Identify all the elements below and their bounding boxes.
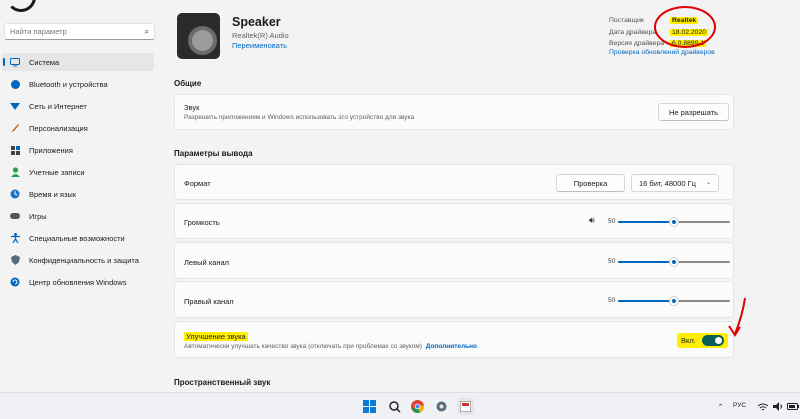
sidebar-item-time-language[interactable]: Время и язык [2, 185, 154, 203]
sidebar-item-label: Персонализация [29, 123, 88, 133]
person-icon [10, 167, 20, 177]
audio-enhancement-label: Улучшение звука [184, 332, 248, 341]
avatar[interactable] [6, 0, 36, 12]
provider-label: Поставщик [609, 17, 644, 24]
sidebar-item-accessibility[interactable]: Специальные возможности [2, 229, 154, 247]
apps-icon [10, 145, 20, 155]
sidebar-item-label: Bluetooth и устройства [29, 79, 108, 89]
slider-thumb[interactable] [669, 217, 679, 227]
left-channel-value: 50 [608, 258, 616, 265]
driver-info-labels: Поставщик Дата драйвера Версия драйвера [609, 15, 664, 50]
search-box[interactable]: ⌕ [4, 23, 155, 40]
speaker-volume-icon[interactable]: 🔊︎ [589, 215, 595, 226]
provider-value: Realtek [670, 17, 699, 24]
language-indicator[interactable]: РУС [733, 402, 746, 409]
test-button[interactable]: Проверка [556, 174, 625, 192]
driver-version-label: Версия драйвера [609, 40, 665, 47]
section-title-spatial: Пространственный звук [174, 378, 271, 387]
speaker-icon [177, 13, 220, 59]
sidebar-item-personalization[interactable]: Персонализация [2, 119, 154, 137]
sidebar-item-label: Сеть и Интернет [29, 101, 87, 111]
audio-enhancement-description: Автоматически улучшать качество звука (о… [184, 343, 422, 350]
sound-card: Звук Разрешить приложениям и Windows исп… [174, 94, 734, 130]
sidebar-item-network[interactable]: Сеть и Интернет [2, 97, 154, 115]
audio-enhancement-card: Улучшение звука Автоматически улучшать к… [174, 321, 734, 358]
chevron-up-icon[interactable]: ⌃ [712, 398, 729, 415]
left-channel-slider[interactable] [618, 257, 730, 267]
enhance-label-wrap: Улучшение звука [184, 332, 248, 341]
sidebar-item-label: Система [29, 57, 60, 67]
more-options-link[interactable]: Дополнительно [426, 343, 477, 350]
shield-icon [10, 255, 20, 265]
driver-info-values: Realtek 18.02.2020 6.0.8899.1 [670, 15, 709, 50]
slider-thumb[interactable] [669, 296, 679, 306]
sidebar-item-label: Приложения [29, 145, 73, 155]
main-content: Speaker Realtek(R) Audio Переименовать П… [160, 0, 800, 392]
network-icon [10, 101, 20, 111]
search-icon[interactable] [386, 398, 403, 415]
sidebar-item-label: Учетные записи [29, 167, 85, 177]
section-title-general: Общие [174, 79, 202, 88]
left-channel-card: Левый канал 50 [174, 242, 734, 279]
sidebar-item-label: Специальные возможности [29, 233, 125, 243]
app-icon[interactable] [457, 398, 474, 415]
slider-thumb[interactable] [669, 257, 679, 267]
format-label: Формат [184, 179, 211, 188]
sound-description: Разрешить приложениям и Windows использо… [184, 114, 415, 121]
volume-value: 50 [608, 218, 616, 225]
start-icon[interactable] [361, 398, 378, 415]
sidebar-item-bluetooth[interactable]: Bluetooth и устройства [2, 75, 154, 93]
right-channel-card: Правый канал 50 [174, 281, 734, 318]
driver-version-value: 6.0.8899.1 [670, 40, 707, 47]
volume-slider[interactable] [618, 217, 730, 227]
taskbar: ⌃ РУС [0, 392, 800, 419]
sidebar-item-apps[interactable]: Приложения [2, 141, 154, 159]
toggle-state-label: Вкл. [681, 336, 696, 345]
globe-clock-icon [10, 189, 20, 199]
sidebar-item-label: Конфиденциальность и защита [29, 255, 139, 265]
format-value: 16 бит, 48000 Гц [639, 178, 696, 188]
sound-label: Звук [184, 103, 200, 112]
volume-label: Громкость [184, 218, 220, 227]
system-icon [10, 57, 20, 67]
device-name: Speaker [232, 15, 281, 29]
right-channel-slider[interactable] [618, 296, 730, 306]
settings-icon[interactable] [433, 398, 450, 415]
bluetooth-icon [10, 79, 20, 89]
chrome-icon[interactable] [409, 398, 426, 415]
left-channel-label: Левый канал [184, 258, 230, 267]
search-icon[interactable]: ⌕ [145, 27, 149, 37]
section-title-output: Параметры вывода [174, 149, 253, 158]
sidebar-item-privacy[interactable]: Конфиденциальность и защита [2, 251, 154, 269]
check-driver-updates-link[interactable]: Проверка обновлений драйверов [609, 49, 715, 56]
device-subtitle: Realtek(R) Audio [232, 31, 289, 40]
search-input[interactable] [10, 27, 145, 36]
volume-card: Громкость 🔊︎ 50 [174, 203, 734, 239]
sidebar-item-system[interactable]: Система [2, 53, 154, 71]
update-icon [10, 277, 20, 287]
sidebar-item-accounts[interactable]: Учетные записи [2, 163, 154, 181]
audio-enhancement-toggle[interactable] [701, 335, 724, 346]
brush-icon [10, 123, 20, 133]
rename-link[interactable]: Переименовать [232, 41, 287, 50]
sidebar-item-label: Время и язык [29, 189, 77, 199]
audio-enhancement-desc-wrap: Автоматически улучшать качество звука (о… [184, 343, 477, 350]
gamepad-icon [10, 211, 20, 221]
format-select[interactable]: 16 бит, 48000 Гц ⌄ [631, 174, 719, 192]
right-channel-label: Правый канал [184, 297, 234, 306]
right-channel-value: 50 [608, 297, 616, 304]
sidebar-item-label: Игры [29, 211, 47, 221]
driver-date-label: Дата драйвера [609, 28, 657, 36]
sidebar: ⌕ Система Bluetooth и устройства Сеть и … [0, 0, 160, 392]
audio-enhancement-toggle-wrap[interactable]: Вкл. [677, 333, 728, 348]
disallow-button[interactable]: Не разрешать [658, 103, 729, 121]
sidebar-item-windows-update[interactable]: Центр обновления Windows [2, 273, 154, 291]
format-card: Формат Проверка 16 бит, 48000 Гц ⌄ [174, 164, 734, 200]
sidebar-item-label: Центр обновления Windows [29, 277, 127, 287]
accessibility-icon [10, 233, 20, 243]
chevron-down-icon: ⌄ [705, 180, 711, 186]
sidebar-item-gaming[interactable]: Игры [2, 207, 154, 225]
driver-date-value: 18.02.2020 [670, 28, 709, 36]
battery-icon[interactable] [784, 398, 800, 415]
